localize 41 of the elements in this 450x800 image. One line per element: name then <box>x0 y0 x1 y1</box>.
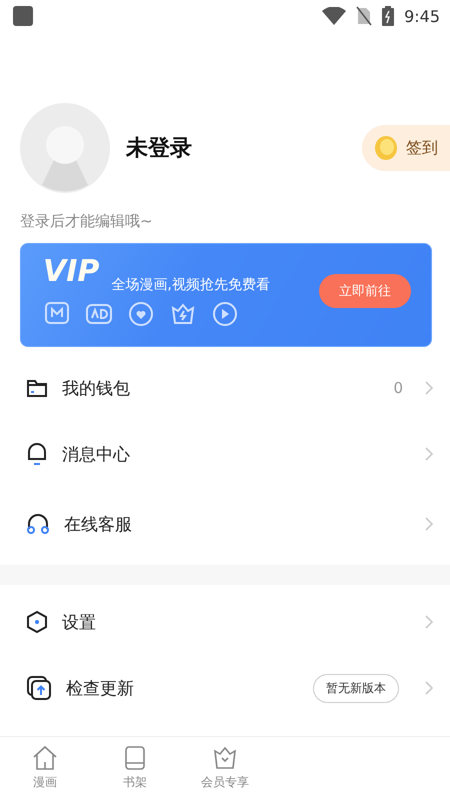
menu-item[interactable]: 在线客服 <box>0 487 450 561</box>
chevron-icon <box>425 615 434 629</box>
wifi-icon <box>322 7 346 25</box>
app-icon <box>12 5 34 27</box>
menu-label: 在线客服 <box>64 514 133 536</box>
home-icon <box>31 745 59 771</box>
nav-tab[interactable]: 书架 <box>90 737 180 800</box>
login-hint: 登录后才能编辑哦~ <box>20 212 154 231</box>
menu-label: 消息中心 <box>62 444 131 466</box>
version-badge: 暂无新版本 <box>313 674 399 702</box>
nav-tab[interactable]: 会员专享 <box>180 737 270 800</box>
menu-item[interactable]: 检查更新 暂无新版本 <box>0 655 450 721</box>
chevron-icon <box>425 381 434 395</box>
no-sim-icon <box>356 6 372 26</box>
update-icon <box>26 675 52 701</box>
menu-item[interactable]: 消息中心 <box>0 421 450 487</box>
menu-label: 设置 <box>62 612 97 634</box>
menu-item[interactable]: 我的钱包 0 <box>0 355 450 421</box>
headset-icon <box>26 513 50 535</box>
settings-icon <box>26 610 48 634</box>
wallet-icon <box>26 377 48 399</box>
crown-icon <box>212 745 238 771</box>
chevron-icon <box>425 447 434 461</box>
vip-slogan: 全场漫画,视频抢先免费看 <box>111 276 270 294</box>
coin-icon <box>374 135 398 161</box>
play-icon <box>211 300 239 328</box>
user-name: 未登录 <box>126 135 193 163</box>
menu-label: 我的钱包 <box>62 378 131 400</box>
menu-label: 检查更新 <box>66 678 135 700</box>
book-icon <box>123 745 147 771</box>
menu-value: 0 <box>393 379 403 397</box>
checkin-button[interactable]: 签到 <box>362 125 450 171</box>
status-time: 9:45 <box>404 6 440 26</box>
menu-item[interactable]: 设置 <box>0 589 450 655</box>
vip-banner[interactable]: VIP 全场漫画,视频抢先免费看 立即前往 <box>20 243 432 347</box>
chevron-icon <box>425 517 434 531</box>
battery-icon <box>382 6 394 26</box>
vip-logo: VIP <box>43 254 100 288</box>
nav-tab[interactable]: 漫画 <box>0 737 90 800</box>
bell-icon <box>26 442 48 466</box>
chevron-icon <box>425 681 434 695</box>
